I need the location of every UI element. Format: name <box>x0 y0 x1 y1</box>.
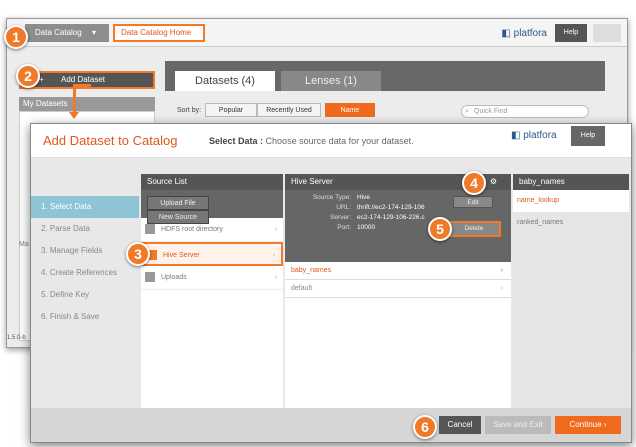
table-row-name-lookup[interactable]: name_lookup <box>513 190 629 212</box>
callout-badge-1: 1 <box>4 25 28 49</box>
arrow-connector <box>73 84 76 114</box>
detail-label: URL: <box>336 204 351 211</box>
data-catalog-home-link[interactable]: Data Catalog Home <box>113 24 205 42</box>
delete-button[interactable]: Delete <box>447 221 501 237</box>
data-catalog-label: Data Catalog <box>35 28 82 37</box>
modal-title: Add Dataset to Catalog <box>43 133 178 148</box>
sort-recent-button[interactable]: Recently Used <box>257 103 321 117</box>
avatar[interactable] <box>593 24 621 42</box>
arrow-tip-icon <box>69 112 79 119</box>
logo-icon: ◧ <box>511 130 521 141</box>
source-item-uploads[interactable]: Uploads › <box>141 266 283 290</box>
sort-by-label: Sort by: <box>177 107 202 114</box>
step-parse-data: 2. Parse Data <box>41 224 90 233</box>
modal-header: Add Dataset to Catalog Select Data : Cho… <box>31 124 631 158</box>
chevron-down-icon: ▾ <box>91 28 96 37</box>
subtitle-text: Choose source data for your dataset. <box>265 136 414 146</box>
chevron-right-icon: › <box>603 420 607 429</box>
step-create-references: 4. Create References <box>41 268 118 277</box>
step-finish-save: 6. Finish & Save <box>41 312 100 321</box>
detail-value: thrift://ec2-174-129-106 <box>357 204 425 211</box>
continue-button[interactable]: Continue › <box>555 416 621 434</box>
tab-bar: Datasets (4) Lenses (1) <box>165 61 605 91</box>
version-label: 1.5.0-b <box>7 335 26 341</box>
hive-server-panel: Hive Server ⚙ Source Type: Hive URL: thrift… <box>285 174 511 410</box>
detail-value: 10000 <box>357 224 376 231</box>
callout-badge-5: 5 <box>428 217 452 241</box>
save-and-exit-button[interactable]: Save and Exit <box>485 416 551 434</box>
table-row-ranked-names[interactable]: ranked_names <box>513 212 629 234</box>
platfora-logo: ◧ platfora <box>501 28 547 39</box>
chevron-right-icon: › <box>272 252 275 259</box>
source-item-hdfs[interactable]: HDFS root directory › <box>141 218 283 242</box>
source-item-hive-server[interactable]: Hive Server › <box>141 242 283 266</box>
detail-value: Hive <box>357 194 371 201</box>
logo-text: platfora <box>523 130 557 141</box>
source-list-header: Source List <box>141 174 283 190</box>
step-manage-fields: 3. Manage Fields <box>41 246 103 255</box>
hive-header-label: Hive Server <box>291 177 333 186</box>
sort-name-button[interactable]: Name <box>325 103 375 117</box>
add-dataset-modal: Add Dataset to Catalog Select Data : Cho… <box>30 123 632 443</box>
gear-icon[interactable]: ⚙ <box>490 174 497 190</box>
modal-footer: Cancel Save and Exit Continue › <box>31 408 631 442</box>
my-datasets-header: My Datasets <box>19 97 155 111</box>
upload-file-button[interactable]: Upload File <box>147 196 209 210</box>
hive-server-details: Source Type: Hive URL: thrift://ec2-174-12… <box>285 190 511 262</box>
tab-datasets[interactable]: Datasets (4) <box>175 71 275 91</box>
hdfs-icon <box>145 224 155 234</box>
database-label: baby_names <box>291 267 332 274</box>
detail-label: Server: <box>330 214 351 221</box>
callout-badge-2: 2 <box>16 64 40 88</box>
search-icon: ⌕ <box>465 108 469 115</box>
subtitle-label: Select Data : <box>209 136 264 146</box>
detail-value: ec2-174-129-106-226.c <box>357 214 425 221</box>
tab-lenses[interactable]: Lenses (1) <box>281 71 381 91</box>
cancel-button[interactable]: Cancel <box>439 416 481 434</box>
continue-label: Continue <box>569 420 602 429</box>
database-row-default[interactable]: default › <box>285 280 511 298</box>
help-button[interactable]: Help <box>555 24 587 42</box>
modal-body: 1. Select Data 2. Parse Data 3. Manage F… <box>31 158 631 410</box>
quick-find-input[interactable]: ⌕ Quick Find <box>461 105 589 118</box>
step-define-key: 5. Define Key <box>41 290 90 299</box>
step-select-data[interactable]: 1. Select Data <box>31 196 139 218</box>
help-button[interactable]: Help <box>571 126 605 146</box>
callout-badge-6: 6 <box>413 415 437 439</box>
callout-badge-4: 4 <box>462 171 486 195</box>
database-label: default <box>291 285 313 292</box>
chevron-right-icon: › <box>500 267 503 274</box>
callout-badge-3: 3 <box>126 242 150 266</box>
top-bar: Data Catalog ▾ Data Catalog Home ◧ platf… <box>7 19 627 47</box>
database-row-baby-names[interactable]: baby_names › <box>285 262 511 280</box>
source-list-toolbar: Upload FileNew Source <box>141 190 283 224</box>
source-list-panel: Source List Upload FileNew Source HDFS r… <box>141 174 283 410</box>
hdfs-icon <box>145 272 155 282</box>
source-item-label: Hive Server <box>163 252 200 259</box>
chevron-right-icon: › <box>500 285 503 292</box>
add-dataset-label: Add Dataset <box>61 75 106 84</box>
platfora-logo: ◧ platfora <box>511 130 557 141</box>
sidebar-partial-label: Ma <box>19 241 29 248</box>
sort-popular-button[interactable]: Popular <box>205 103 257 117</box>
logo-text: platfora <box>513 28 547 39</box>
wizard-steps: 1. Select Data 2. Parse Data 3. Manage F… <box>31 196 139 328</box>
source-item-label: HDFS root directory <box>161 226 223 233</box>
detail-label: Source Type: <box>312 194 351 201</box>
source-item-label: Uploads <box>161 274 187 281</box>
quick-find-placeholder: Quick Find <box>474 108 508 115</box>
chevron-right-icon: › <box>274 226 277 233</box>
baby-names-header: baby_names <box>513 174 629 190</box>
data-catalog-menu[interactable]: Data Catalog ▾ <box>25 24 109 42</box>
modal-subtitle: Select Data : Choose source data for you… <box>209 136 414 146</box>
chevron-right-icon: › <box>274 274 277 281</box>
logo-icon: ◧ <box>501 28 511 39</box>
edit-button[interactable]: Edit <box>453 196 493 208</box>
baby-names-panel: baby_names name_lookup ranked_names <box>513 174 629 410</box>
detail-label: Port: <box>337 224 351 231</box>
